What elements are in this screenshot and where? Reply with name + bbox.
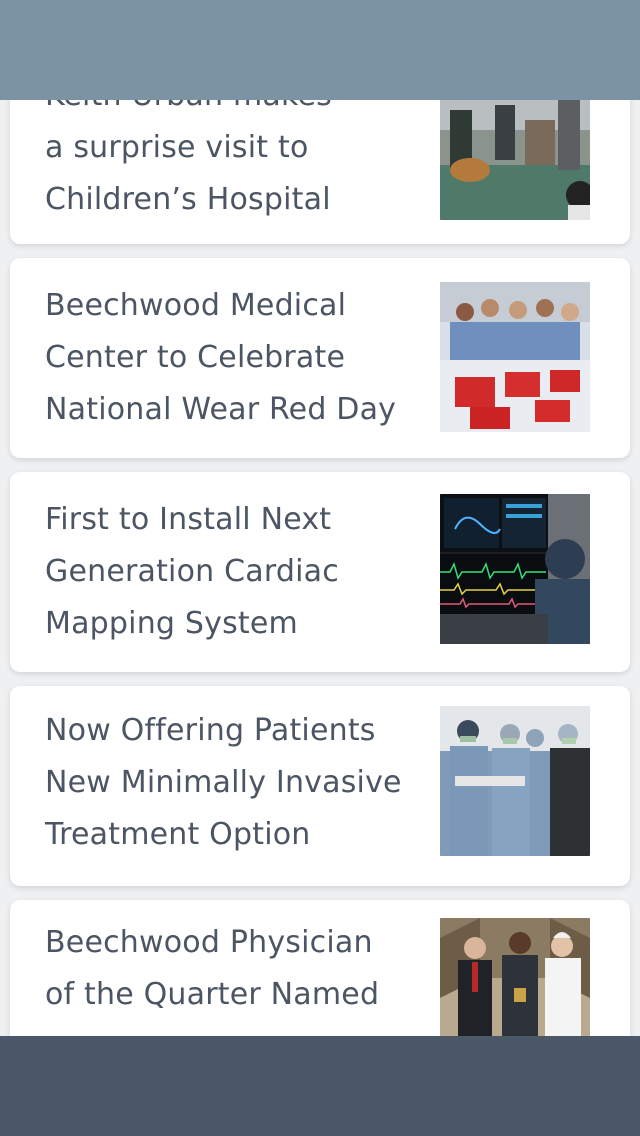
title-line: Treatment Option: [45, 817, 311, 852]
news-feed: Keith Urban makes a surprise visit to Ch…: [0, 0, 640, 1136]
bottom-tab-bar: [0, 1036, 640, 1136]
news-card-title[interactable]: First to Install Next Generation Cardiac…: [45, 494, 405, 650]
news-card-title[interactable]: Beechwood Physician of the Quarter Named: [45, 917, 405, 1021]
cardiac-mapping-monitors-photo: [440, 494, 590, 644]
news-card[interactable]: Now Offering Patients New Minimally Inva…: [10, 686, 630, 886]
news-card-thumbnail[interactable]: [440, 282, 590, 432]
title-line: First to Install Next: [45, 502, 332, 537]
title-line: of the Quarter Named: [45, 977, 380, 1012]
title-line: Generation Cardiac: [45, 554, 339, 589]
title-line: Beechwood Physician: [45, 925, 373, 960]
newborns-red-day-photo: [440, 282, 590, 432]
news-card-title[interactable]: Now Offering Patients New Minimally Inva…: [45, 705, 405, 861]
title-line: Children’s Hospital: [45, 182, 331, 217]
title-line: Center to Celebrate: [45, 340, 346, 375]
surgical-team-photo: [440, 706, 590, 856]
news-card[interactable]: First to Install Next Generation Cardiac…: [10, 472, 630, 672]
title-line: Now Offering Patients: [45, 713, 376, 748]
news-card-thumbnail[interactable]: [440, 706, 590, 856]
news-card-thumbnail[interactable]: [440, 494, 590, 644]
news-card[interactable]: Beechwood Medical Center to Celebrate Na…: [10, 258, 630, 458]
title-line: Beechwood Medical: [45, 288, 347, 323]
title-line: National Wear Red Day: [45, 392, 397, 427]
title-line: New Minimally Invasive: [45, 765, 402, 800]
title-line: a surprise visit to: [45, 130, 309, 165]
title-line: Mapping System: [45, 606, 298, 641]
top-navigation-bar: [0, 0, 640, 100]
news-card-title[interactable]: Beechwood Medical Center to Celebrate Na…: [45, 280, 405, 436]
